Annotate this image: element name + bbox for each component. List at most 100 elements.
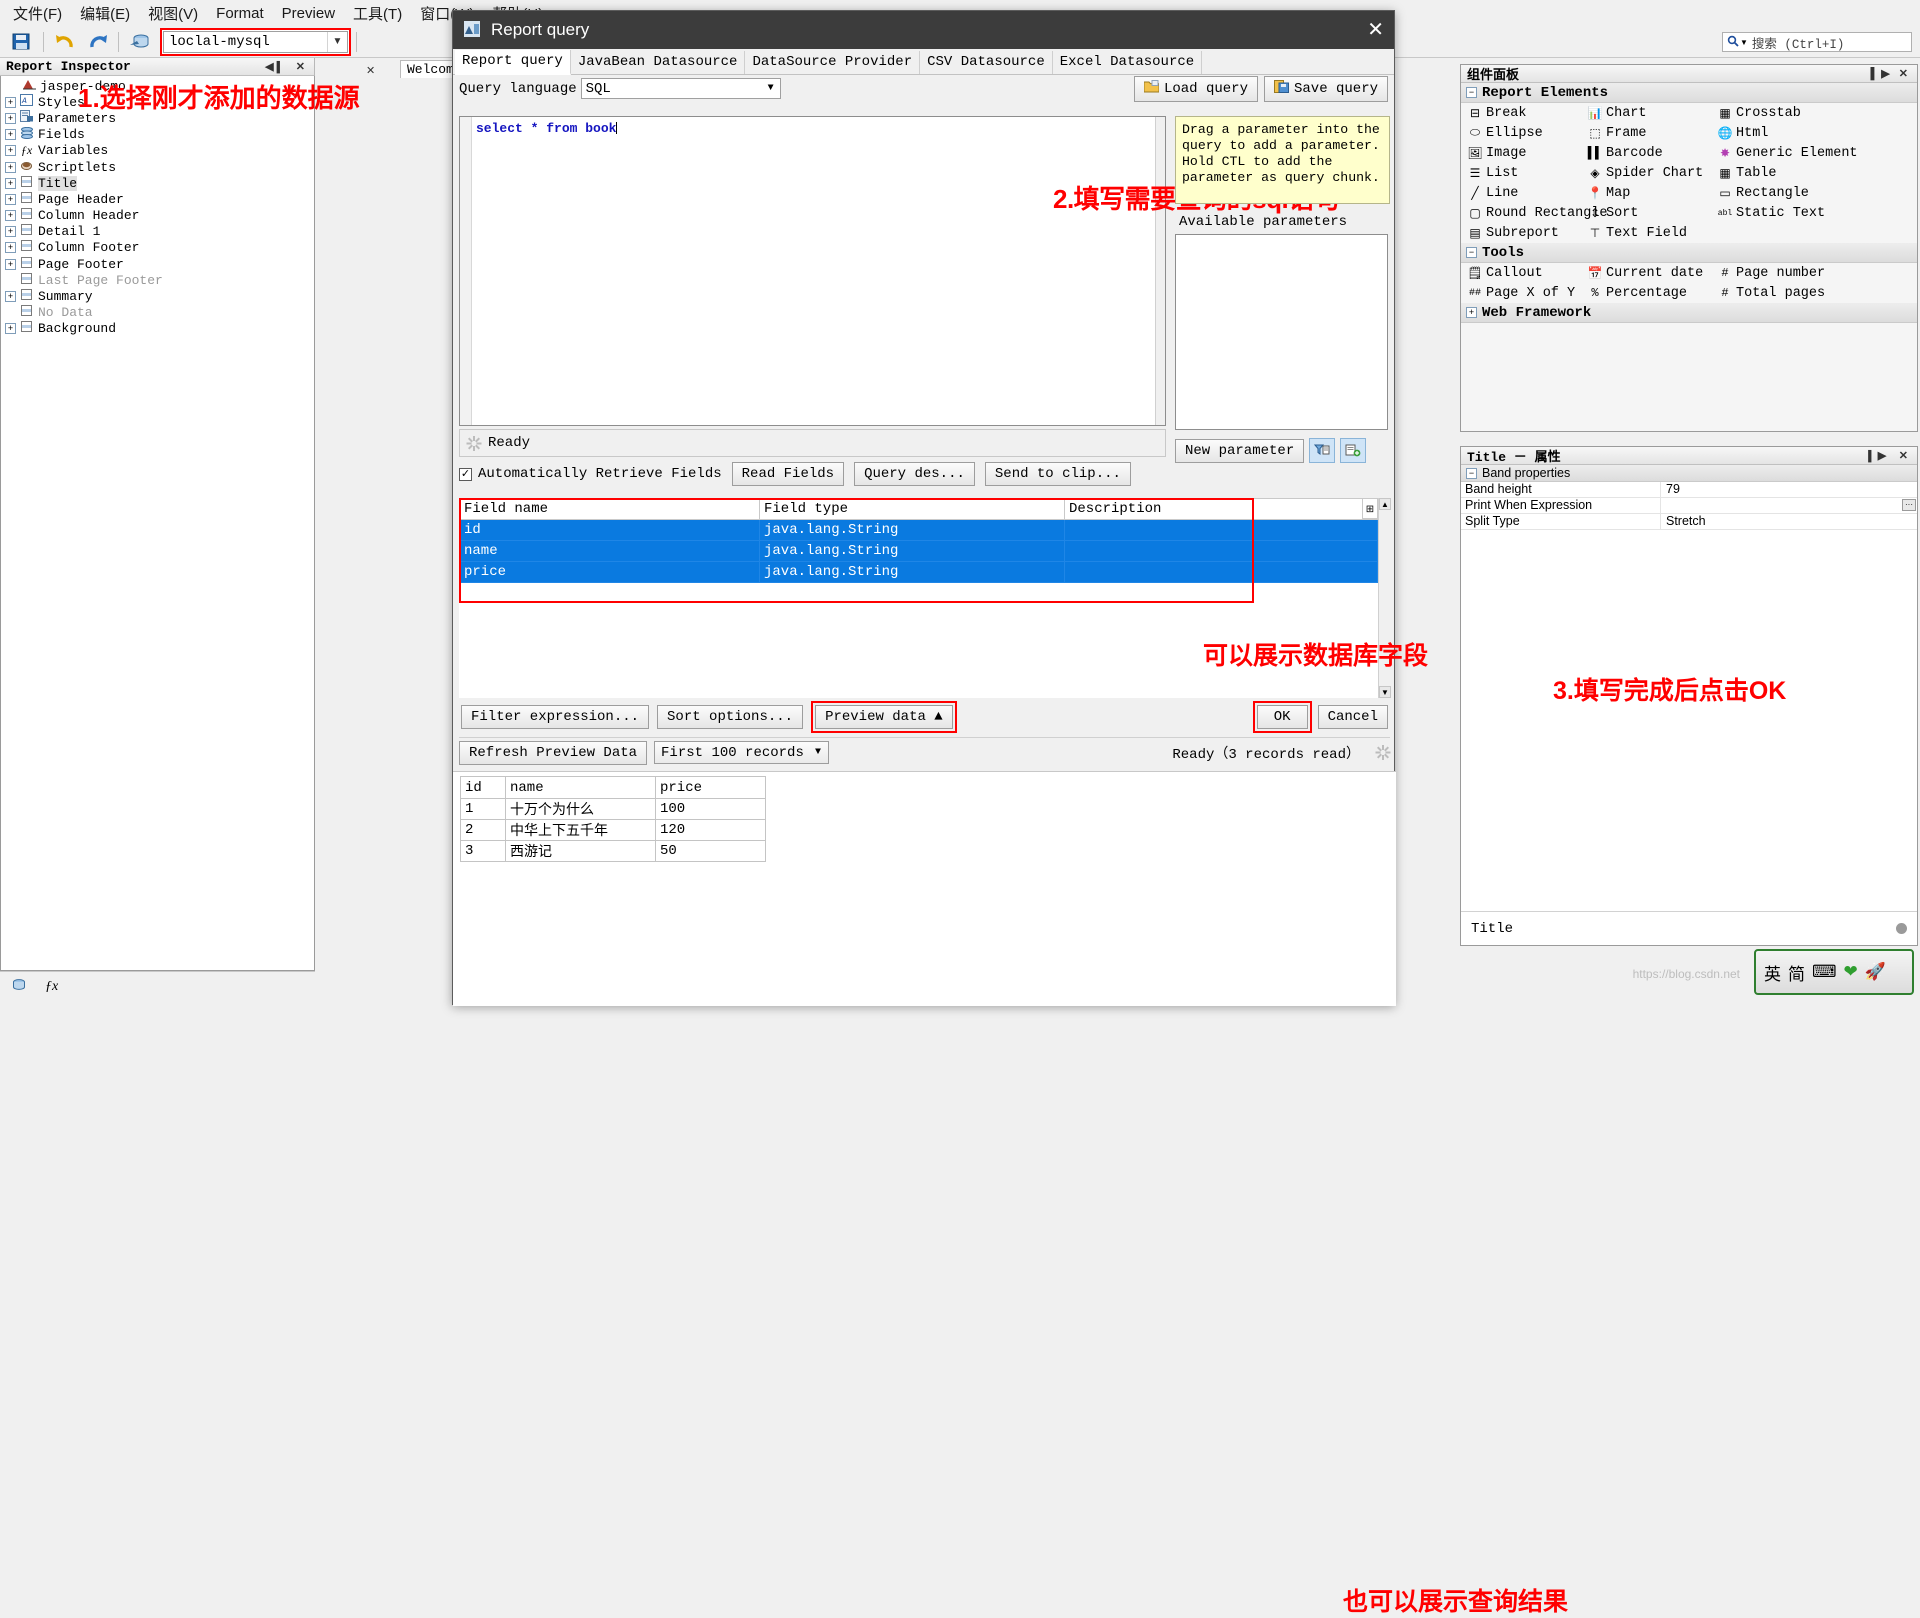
ok-button[interactable]: OK [1256,705,1308,729]
palette-item-subreport[interactable]: ▤ Subreport [1461,223,1581,243]
palette-item-break[interactable]: ⊟ Break [1461,103,1581,123]
tab-report-query[interactable]: Report query [455,50,571,75]
query-language-combo[interactable]: SQL ▼ [580,78,781,99]
palette-item-static-text[interactable]: abl Static Text [1711,203,1917,223]
table-row[interactable]: 3 西游记 50 [460,840,766,862]
palette-item-rectangle[interactable]: ▭ Rectangle [1711,183,1917,203]
palette-item-spider-chart[interactable]: ◈ Spider Chart [1581,163,1711,183]
palette-item-callout[interactable]: 🗒 Callout [1461,263,1581,283]
expand-icon[interactable]: + [5,112,16,124]
column-header-description[interactable]: Description [1064,498,1378,520]
tree-item-title[interactable]: + Title [5,175,314,191]
search-input[interactable]: ▼ 搜索 (Ctrl+I) [1722,32,1912,52]
property-row-print-when-expression[interactable]: Print When Expression ··· [1461,498,1917,514]
filter-expression-button[interactable]: Filter expression... [461,705,650,729]
undo-icon[interactable] [52,30,78,54]
palette-item-line[interactable]: ╱ Line [1461,183,1581,203]
menu-item-view[interactable]: 视图(V) [139,1,207,26]
table-row[interactable]: 2 中华上下五千年 120 [460,819,766,841]
collapse-icon-tools[interactable]: − [1466,247,1477,258]
palette-item-text-field[interactable]: ⊤ Text Field [1581,223,1711,243]
group-header-report-elements[interactable]: − Report Elements [1461,83,1917,103]
filter-parameters-icon[interactable] [1309,438,1336,463]
expand-icon[interactable]: + [5,96,16,108]
palette-item-round-rectangle[interactable]: ▢ Round Rectangle [1461,203,1607,223]
ime-heart-icon[interactable]: ❤ [1844,962,1858,982]
close-icon[interactable]: ✕ [1367,20,1384,40]
chevron-down-icon[interactable]: ▼ [808,747,828,758]
toolbar-extra-icon[interactable] [365,30,391,54]
column-chooser-icon[interactable]: ⊞ [1362,498,1378,519]
group-header-tools[interactable]: − Tools [1461,243,1917,263]
palette-item-percentage[interactable]: % Percentage [1581,283,1711,303]
report-tree[interactable]: jasper-demo + A Styles + Parameters + Fields + ƒx… [0,76,315,971]
menu-item-edit[interactable]: 编辑(E) [71,1,139,26]
read-fields-button[interactable]: Read Fields [731,462,845,486]
expand-icon[interactable]: + [5,291,16,303]
tab-csv-datasource[interactable]: CSV Datasource [920,51,1053,74]
auto-retrieve-checkbox[interactable]: ✓ [459,467,472,481]
ime-rocket-icon[interactable]: 🚀 [1865,962,1886,982]
panel-controls[interactable]: ◀▌ ✕ [265,60,314,74]
properties-panel-controls[interactable]: ▌▶ ✕ [1868,449,1917,463]
expand-icon[interactable]: + [5,161,16,173]
ime-keyboard-icon[interactable]: ⌨ [1812,962,1837,982]
tree-item-column-footer[interactable]: + Column Footer [5,240,314,256]
cancel-button[interactable]: Cancel [1317,705,1388,729]
search-dropdown-icon[interactable]: ▼ [1740,38,1748,47]
palette-panel-controls[interactable]: ▌▶ ✕ [1870,67,1917,80]
column-header-id[interactable]: id [460,776,506,799]
tree-item-no-data[interactable]: No Data [5,305,314,321]
table-row[interactable]: 1 十万个为什么 100 [460,798,766,820]
ime-mode-label[interactable]: 简 [1788,960,1805,985]
menu-item-file[interactable]: 文件(F) [4,1,71,26]
table-row[interactable]: price java.lang.String [459,561,1378,583]
palette-item-list[interactable]: ☰ List [1461,163,1581,183]
palette-item-table[interactable]: ▦ Table [1711,163,1917,183]
expression-editor-icon[interactable]: ··· [1902,499,1916,511]
palette-item-frame[interactable]: ⬚ Frame [1581,123,1711,143]
tree-item-fields[interactable]: + Fields [5,126,314,143]
palette-item-page-number[interactable]: # Page number [1711,263,1917,283]
palette-item-generic-element[interactable]: ✸ Generic Element [1711,143,1917,163]
palette-item-sort[interactable]: ⇕ Sort [1581,203,1711,223]
fields-table[interactable]: Field name Field type Description id jav… [459,498,1378,583]
tree-item-scriptlets[interactable]: + Scriptlets [5,159,314,175]
palette-item-ellipse[interactable]: ⬭ Ellipse [1461,123,1581,143]
chevron-down-icon[interactable]: ▼ [327,31,347,52]
scroll-up-icon[interactable]: ▲ [1379,498,1391,510]
query-designer-button[interactable]: Query des... [854,462,975,486]
datasource-combo[interactable]: loclal-mysql ▼ [163,30,348,53]
collapse-icon[interactable]: − [1466,87,1477,98]
tree-item-detail-1[interactable]: + Detail 1 [5,224,314,240]
refresh-preview-data-button[interactable]: Refresh Preview Data [459,740,648,765]
menu-item-preview[interactable]: Preview [273,3,344,24]
expand-icon[interactable]: + [5,129,16,141]
collapse-icon-band-properties[interactable]: − [1466,467,1477,479]
tab-datasource-provider[interactable]: DataSource Provider [745,51,921,74]
palette-item-image[interactable]: 🖼 Image [1461,143,1581,163]
new-parameter-button[interactable]: New parameter [1175,438,1305,463]
expand-icon[interactable]: + [5,210,16,222]
datasource-icon[interactable] [127,30,153,54]
tree-item-summary[interactable]: + Summary [5,288,314,304]
tab-close-icon[interactable]: ✕ [366,64,375,77]
group-header-web-framework[interactable]: + Web Framework [1461,303,1917,323]
palette-item-chart[interactable]: 📊 Chart [1581,103,1711,123]
ime-language-label[interactable]: 英 [1764,960,1781,985]
chevron-down-icon[interactable]: ▼ [762,83,780,94]
tree-item-page-footer[interactable]: + Page Footer [5,256,314,272]
available-parameters-list[interactable] [1175,234,1388,430]
palette-item-current-date[interactable]: 📅 Current date [1581,263,1711,283]
palette-item-barcode[interactable]: ▌▌ Barcode [1581,143,1711,163]
palette-item-page-x-of-y[interactable]: ## Page X of Y [1461,283,1581,303]
properties-help-icon[interactable] [1896,923,1907,934]
menu-item-tools[interactable]: 工具(T) [344,1,411,26]
load-query-button[interactable]: Load query [1133,75,1258,102]
expand-icon[interactable]: + [5,258,16,270]
property-value[interactable]: Stretch [1661,514,1917,529]
palette-item-html[interactable]: 🌐 Html [1711,123,1917,143]
tree-item-column-header[interactable]: + Column Header [5,208,314,224]
tree-item-page-header[interactable]: + Page Header [5,191,314,207]
column-header-field-type[interactable]: Field type [759,498,1065,520]
